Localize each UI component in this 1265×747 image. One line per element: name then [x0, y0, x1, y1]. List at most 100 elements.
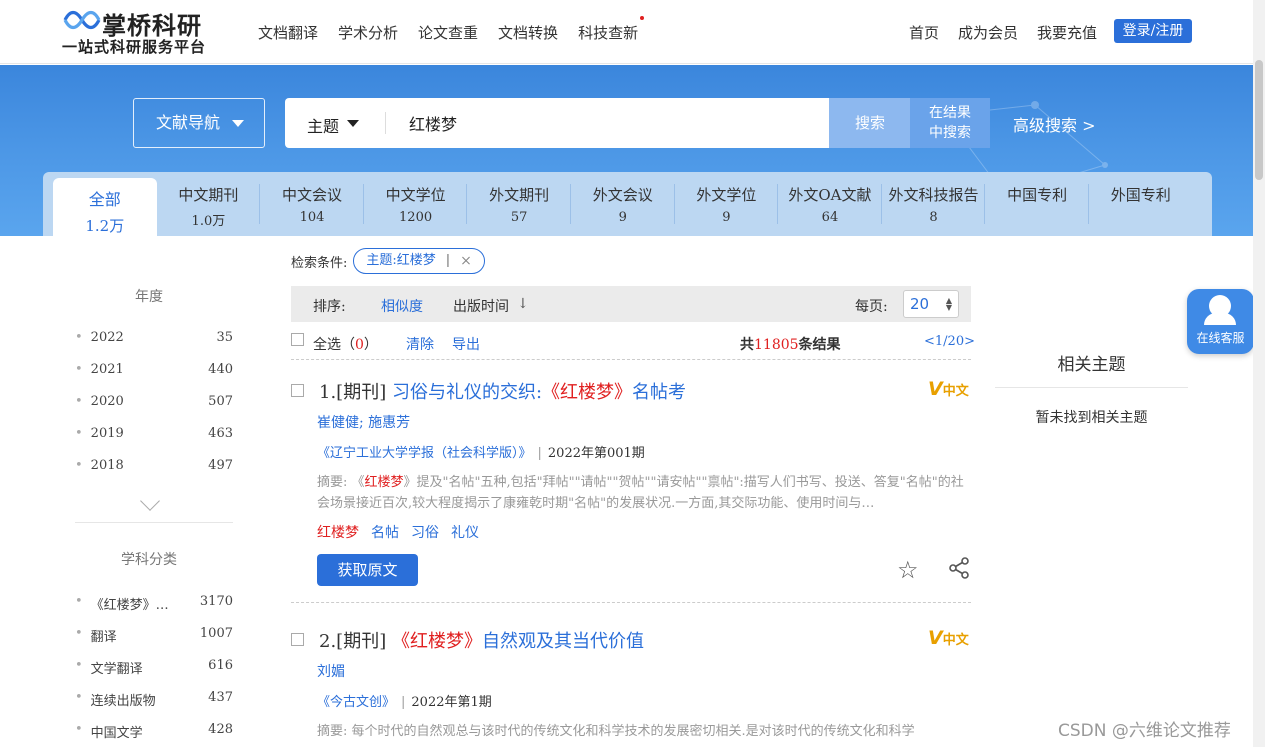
keyword-link[interactable]: 红楼梦: [317, 522, 359, 542]
related-topics: 相关主题 暂未找到相关主题: [995, 350, 1188, 427]
expand-chevron-icon[interactable]: [140, 491, 160, 511]
keyword-link[interactable]: 习俗: [411, 522, 439, 542]
filter-name: 文学翻译: [90, 662, 143, 677]
keyword-link[interactable]: 礼仪: [451, 522, 479, 542]
result-title[interactable]: 1.[期刊] 习俗与礼仪的交织:《红楼梦》名帖考: [319, 378, 686, 404]
filter-name: 翻译: [90, 630, 117, 645]
tab-all[interactable]: 全部 1.2万: [53, 178, 157, 236]
nav-translate[interactable]: 文档翻译: [258, 22, 318, 43]
filter-name: 《红楼梦》…: [90, 598, 169, 613]
tab-foreign-degree[interactable]: 外文学位 9: [675, 172, 779, 236]
scrollbar-thumb[interactable]: [1255, 60, 1263, 180]
tab-cn-journal[interactable]: 中文期刊 1.0万: [157, 172, 261, 236]
subject-filter-item[interactable]: • 文学翻译 616: [75, 658, 233, 677]
result-abstract: 摘要: 《红楼梦》提及"名帖"五种,包括"拜帖""请帖""贺帖""请安帖""禀帖…: [317, 472, 967, 514]
logo[interactable]: 掌桥科研 一站式科研服务平台: [62, 6, 222, 58]
sort-date[interactable]: 出版时间: [453, 296, 509, 316]
literature-nav-dropdown[interactable]: 文献导航: [133, 98, 265, 148]
search-within-button[interactable]: 在结果 中搜索: [910, 98, 990, 148]
tab-label: 外文期刊: [489, 186, 550, 204]
nav-convert[interactable]: 文档转换: [498, 22, 558, 43]
spinner-icon: ▲ ▼: [945, 296, 952, 312]
sort-arrow-icon[interactable]: ↓: [517, 296, 529, 312]
caret-down-icon: [347, 120, 359, 127]
scrollbar[interactable]: [1253, 0, 1265, 747]
condition-chip[interactable]: 主题:红楼梦 | ×: [353, 248, 485, 274]
divider: [385, 112, 386, 134]
result-checkbox[interactable]: [291, 633, 304, 646]
journal-link[interactable]: 《今古文创》: [317, 695, 395, 710]
filter-count: 497: [208, 458, 233, 473]
result-title[interactable]: 2.[期刊] 《红楼梦》自然观及其当代价值: [319, 627, 644, 653]
badge-text: 中文: [942, 633, 969, 648]
year-filter-item[interactable]: • 2021 440: [75, 362, 233, 377]
logo-icon: [63, 10, 101, 30]
export-button[interactable]: 导出: [452, 334, 480, 354]
pager[interactable]: <1/20>: [924, 334, 975, 349]
star-icon[interactable]: ☆: [897, 556, 919, 584]
result-authors[interactable]: 崔健健; 施惠芳: [317, 412, 410, 432]
search-button[interactable]: 搜索: [829, 98, 911, 148]
advanced-search-link[interactable]: 高级搜索 >: [1013, 112, 1096, 136]
select-bar: 全选（0） 清除 导出 共11805条结果 <1/20>: [291, 330, 975, 360]
close-icon[interactable]: ×: [460, 249, 472, 273]
tab-cn-conference[interactable]: 中文会议 104: [260, 172, 364, 236]
nav-plagiarism[interactable]: 论文查重: [418, 22, 478, 43]
journal-issue: 2022年第001期: [547, 446, 645, 461]
year-filter-item[interactable]: • 2018 497: [75, 458, 233, 473]
share-icon[interactable]: [947, 556, 971, 580]
language-badge: V中文: [928, 378, 969, 400]
result-checkbox[interactable]: [291, 384, 304, 397]
get-fulltext-button[interactable]: 获取原文: [317, 554, 418, 586]
select-all-label[interactable]: 全选（0）: [313, 334, 378, 354]
online-service-button[interactable]: 在线客服: [1187, 289, 1254, 354]
new-dot-badge: [640, 16, 645, 20]
bullet-icon: •: [75, 594, 83, 609]
tab-cn-patent[interactable]: 中国专利: [985, 172, 1089, 236]
sort-relevance[interactable]: 相似度: [381, 296, 423, 316]
filter-count: 463: [208, 426, 233, 441]
login-button[interactable]: 登录/注册: [1114, 19, 1192, 43]
nav-analysis[interactable]: 学术分析: [338, 22, 398, 43]
tab-count: 1200: [399, 210, 433, 225]
filter-name: 中国文学: [90, 726, 143, 741]
nav-novelty[interactable]: 科技查新: [578, 16, 645, 43]
filter-name: 连续出版物: [90, 694, 156, 709]
source-divider: |: [401, 695, 406, 710]
tab-foreign-conference[interactable]: 外文会议 9: [571, 172, 675, 236]
tab-cn-degree[interactable]: 中文学位 1200: [364, 172, 468, 236]
bullet-icon: •: [75, 658, 83, 673]
journal-link[interactable]: 《辽宁工业大学学报（社会科学版）》: [317, 446, 532, 461]
select-all-checkbox[interactable]: [291, 333, 304, 346]
nav-home[interactable]: 首页: [909, 22, 939, 43]
filter-count: 428: [208, 722, 233, 737]
subject-filter-item[interactable]: • 中国文学 428: [75, 722, 233, 741]
keyword-link[interactable]: 名帖: [371, 522, 399, 542]
nav-membership[interactable]: 成为会员: [958, 22, 1018, 43]
subject-filter-item[interactable]: • 《红楼梦》… 3170: [75, 594, 233, 613]
clear-button[interactable]: 清除: [406, 334, 434, 354]
tab-foreign-report[interactable]: 外文科技报告 8: [882, 172, 986, 236]
tab-foreign-patent[interactable]: 外国专利: [1089, 172, 1193, 236]
subject-filter-item[interactable]: • 翻译 1007: [75, 626, 233, 645]
year-filter-item[interactable]: • 2019 463: [75, 426, 233, 441]
year-filter-item[interactable]: • 2020 507: [75, 394, 233, 409]
filter-name: 2018: [90, 458, 124, 473]
condition-label: 检索条件:: [291, 255, 348, 271]
filter-count: 437: [208, 690, 233, 705]
result-authors[interactable]: 刘媚: [317, 661, 345, 681]
subject-filter-item[interactable]: • 连续出版物 437: [75, 690, 233, 709]
tab-foreign-journal[interactable]: 外文期刊 57: [467, 172, 571, 236]
sort-label: 排序:: [313, 299, 346, 315]
year-filter-item[interactable]: • 2022 35: [75, 330, 233, 345]
search-input[interactable]: [395, 106, 815, 140]
tab-label: 外文OA文献: [788, 186, 872, 204]
per-page-value: 20: [910, 295, 930, 313]
tab-foreign-oa[interactable]: 外文OA文献 64: [778, 172, 882, 236]
search-field-select[interactable]: 主题: [307, 113, 339, 137]
nav-recharge[interactable]: 我要充值: [1037, 22, 1097, 43]
per-page-select[interactable]: 20 ▲ ▼: [903, 290, 959, 318]
search-condition: 检索条件: 主题:红楼梦 | ×: [291, 248, 485, 274]
filter-sidebar: 年度 • 2022 35 • 2021 440 • 2020 507 • 2019 463 • 2…: [43, 236, 255, 747]
tab-label: 中文学位: [385, 186, 446, 204]
